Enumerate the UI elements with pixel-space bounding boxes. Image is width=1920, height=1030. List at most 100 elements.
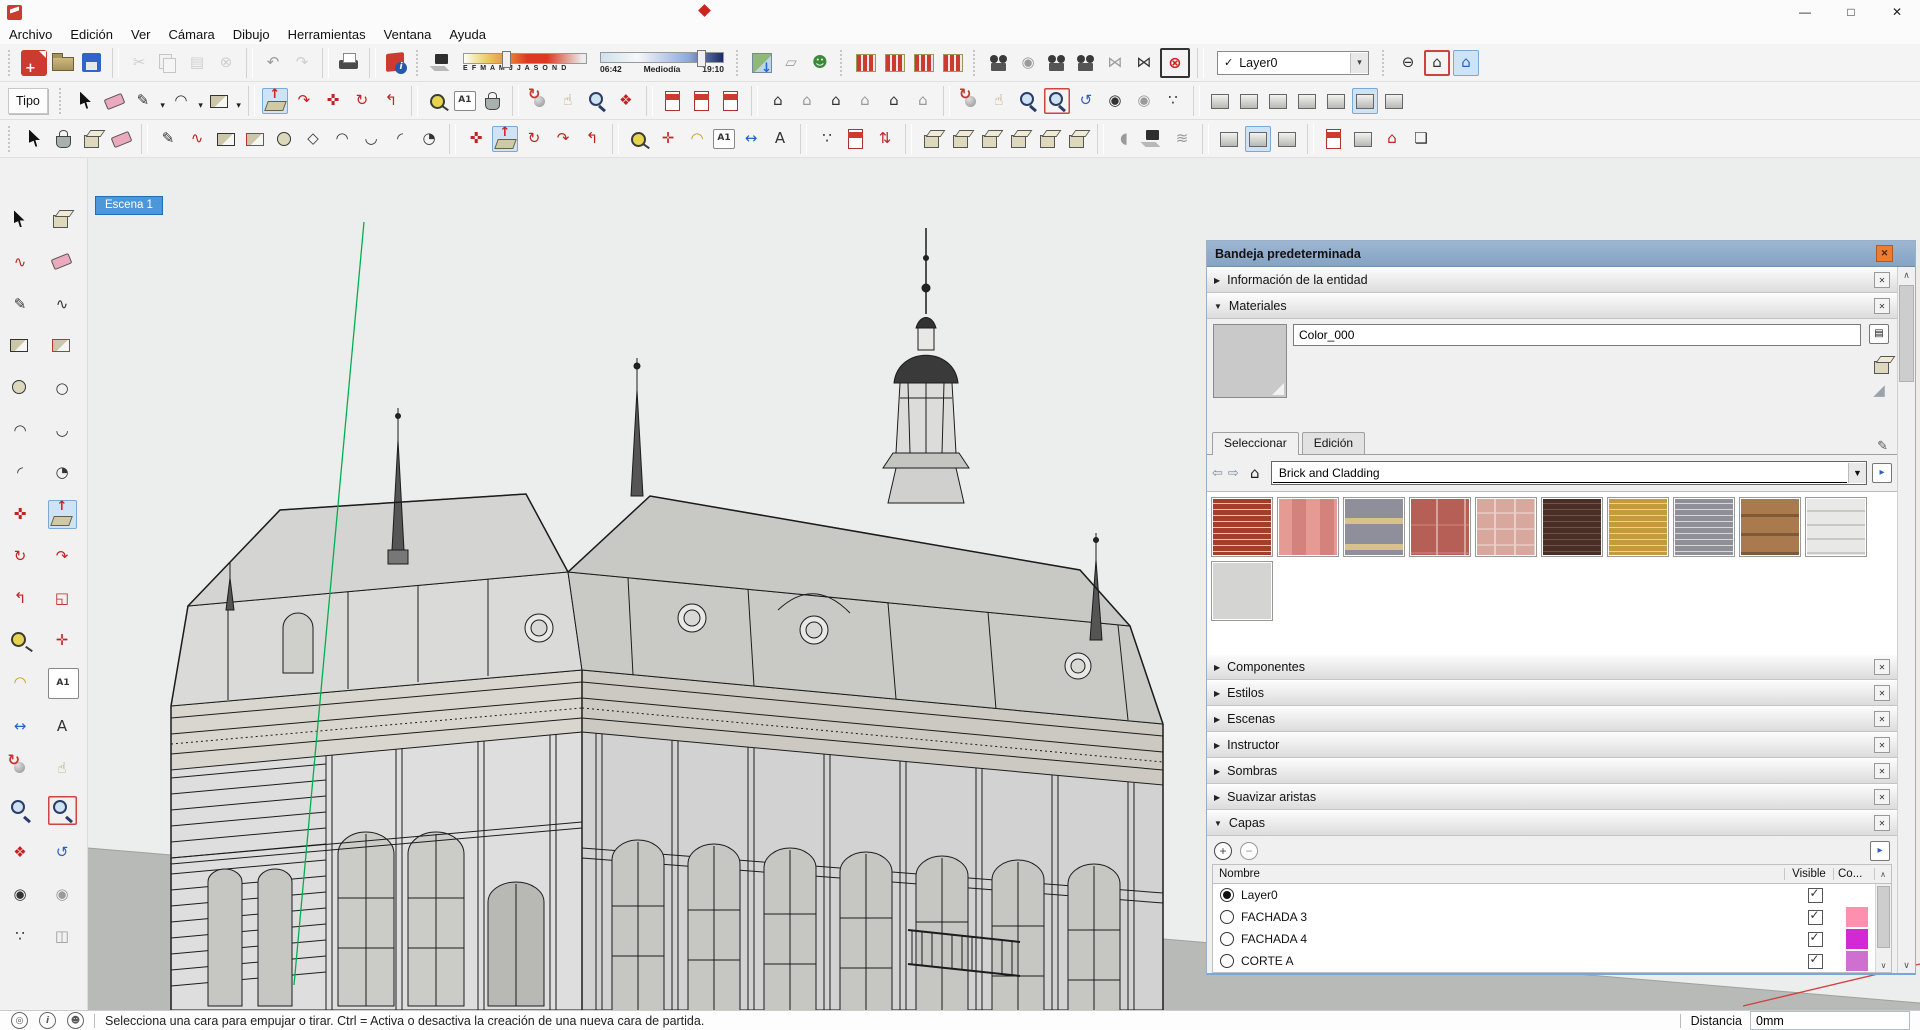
toolbar-handle[interactable] xyxy=(736,50,742,76)
tab-edicion[interactable]: Edición xyxy=(1302,432,1365,454)
shadow-time-slider[interactable]: 06:42 Mediodía 19:10 xyxy=(600,52,724,74)
view-iso-icon[interactable]: ⌂ xyxy=(765,88,791,114)
texture-icon-3[interactable] xyxy=(1274,126,1300,152)
paint-bucket-icon[interactable] xyxy=(479,88,505,114)
maximize-button[interactable]: □ xyxy=(1828,0,1874,24)
position-camera-icon[interactable]: ◉ xyxy=(1102,88,1128,114)
model-info-icon[interactable] xyxy=(383,50,409,76)
close-section-icon[interactable] xyxy=(1874,815,1890,831)
material-siding-brown[interactable] xyxy=(1739,497,1801,557)
tape-measure-icon[interactable] xyxy=(425,88,451,114)
solid-subtract-icon[interactable] xyxy=(977,126,1003,152)
previous-view-tool[interactable]: ↺ xyxy=(48,838,77,867)
remove-layer-button[interactable]: − xyxy=(1240,842,1258,860)
close-section-icon[interactable] xyxy=(1874,659,1890,675)
scroll-up-icon[interactable]: ∧ xyxy=(1903,267,1910,283)
material-brick-yellow[interactable] xyxy=(1607,497,1669,557)
push-pull-icon[interactable] xyxy=(262,88,288,114)
follow-me-icon[interactable]: ↷ xyxy=(291,88,317,114)
layer-radio[interactable] xyxy=(1220,888,1234,902)
material-name-input[interactable] xyxy=(1293,324,1861,346)
ellipse-tool[interactable]: ○ xyxy=(48,374,77,403)
date-slider-thumb[interactable] xyxy=(502,51,511,68)
scale-tool[interactable]: ◱ xyxy=(48,584,77,613)
menu-ver[interactable]: Ver xyxy=(122,27,160,42)
move-icon[interactable]: ✜ xyxy=(463,126,489,152)
layer-radio[interactable] xyxy=(1220,932,1234,946)
frustum-volume-icon[interactable]: ⋈ xyxy=(1131,50,1157,76)
protractor-icon[interactable]: ◠ xyxy=(684,126,710,152)
menu-ventana[interactable]: Ventana xyxy=(375,27,441,42)
create-camera-icon[interactable] xyxy=(986,50,1012,76)
layer-row-corte-a[interactable]: CORTE A xyxy=(1213,950,1875,972)
menu-camara[interactable]: Cámara xyxy=(160,27,224,42)
tape-measure-icon[interactable] xyxy=(626,126,652,152)
two-point-arc-tool[interactable]: ◡ xyxy=(48,416,77,445)
move-icon[interactable]: ✜ xyxy=(320,88,346,114)
solid-trim-icon[interactable] xyxy=(1006,126,1032,152)
user-status-icon[interactable]: ☻ xyxy=(67,1012,84,1029)
follow-me-tool[interactable]: ↷ xyxy=(48,542,77,571)
push-pull-icon[interactable] xyxy=(492,126,518,152)
section-instructor[interactable]: Instructor xyxy=(1207,732,1897,758)
menu-archivo[interactable]: Archivo xyxy=(0,27,61,42)
material-brick-rough-red[interactable] xyxy=(1211,497,1273,557)
component-icon[interactable] xyxy=(79,126,105,152)
pan-icon-2[interactable]: ☝ xyxy=(986,88,1012,114)
orbit-icon-2[interactable] xyxy=(957,88,983,114)
warehouse-icon[interactable]: ⌂ xyxy=(1379,126,1405,152)
view-right-icon[interactable]: ⌂ xyxy=(852,88,878,114)
lock-camera-icon[interactable] xyxy=(1044,50,1070,76)
chevron-down-icon[interactable]: ▼ xyxy=(1848,463,1866,483)
solid-split-icon[interactable] xyxy=(1064,126,1090,152)
photo-textures-icon[interactable]: ☻ xyxy=(807,50,833,76)
eraser-icon[interactable] xyxy=(108,126,134,152)
select-icon[interactable] xyxy=(72,88,98,114)
red-doc-icon-1[interactable] xyxy=(660,88,686,114)
text-icon[interactable]: A1 xyxy=(713,129,735,149)
style-shaded-icon[interactable] xyxy=(1323,88,1349,114)
soften-edges-icon[interactable]: ◖ xyxy=(1111,126,1137,152)
solid-outer-shell-icon[interactable] xyxy=(919,126,945,152)
toolbar-handle[interactable] xyxy=(840,50,846,76)
material-ashlar-granite[interactable] xyxy=(1343,497,1405,557)
section-sombras[interactable]: Sombras xyxy=(1207,758,1897,784)
section-symbol-icon[interactable]: ⊖ xyxy=(1395,50,1421,76)
position-camera-tool[interactable]: ◉ xyxy=(6,880,35,909)
material-brick-grey[interactable] xyxy=(1673,497,1735,557)
toolbar-handle[interactable] xyxy=(8,50,14,76)
chevron-down-icon[interactable]: ▾ xyxy=(1350,53,1368,73)
zoom-extents-tool[interactable]: ❖ xyxy=(6,838,35,867)
shadows-icon[interactable] xyxy=(1140,126,1166,152)
look-around-tool[interactable]: ◉ xyxy=(48,880,77,909)
copy-icon[interactable] xyxy=(155,50,181,76)
home-icon[interactable]: ⌂ xyxy=(1244,462,1266,484)
red-doc-icon-2[interactable] xyxy=(689,88,715,114)
close-section-icon[interactable] xyxy=(1874,711,1890,727)
close-section-icon[interactable] xyxy=(1874,763,1890,779)
solid-intersect-icon[interactable] xyxy=(1035,126,1061,152)
layer-color-swatch[interactable] xyxy=(1846,951,1868,971)
close-section-icon[interactable] xyxy=(1874,789,1890,805)
offset-icon[interactable]: ↰ xyxy=(579,126,605,152)
scroll-down-icon[interactable]: ∨ xyxy=(1881,961,1887,972)
menu-dibujo[interactable]: Dibujo xyxy=(224,27,279,42)
layer-row-fachada3[interactable]: FACHADA 3 xyxy=(1213,906,1875,928)
tray-close-icon[interactable] xyxy=(1876,245,1893,262)
dimension-tool[interactable]: ↔ xyxy=(6,712,35,741)
arc-icon[interactable]: ◠ xyxy=(168,88,194,114)
paint-icon[interactable] xyxy=(50,126,76,152)
material-plaster-grey[interactable] xyxy=(1211,561,1273,621)
text-tool[interactable]: A1 xyxy=(48,668,79,699)
three-point-arc-icon[interactable]: ◜ xyxy=(387,126,413,152)
rectangle-icon[interactable] xyxy=(213,126,239,152)
redo-icon[interactable]: ↷ xyxy=(289,50,315,76)
dimension-icon[interactable]: ↔ xyxy=(738,126,764,152)
text-icon[interactable]: A1 xyxy=(454,91,476,111)
style-wireframe-icon[interactable] xyxy=(1265,88,1291,114)
line-icon[interactable]: ✎ xyxy=(130,88,156,114)
circle-tool[interactable] xyxy=(6,374,35,403)
material-cobble-pink[interactable] xyxy=(1475,497,1537,557)
undo-icon[interactable]: ↶ xyxy=(260,50,286,76)
export-animation-icon[interactable] xyxy=(853,50,879,76)
